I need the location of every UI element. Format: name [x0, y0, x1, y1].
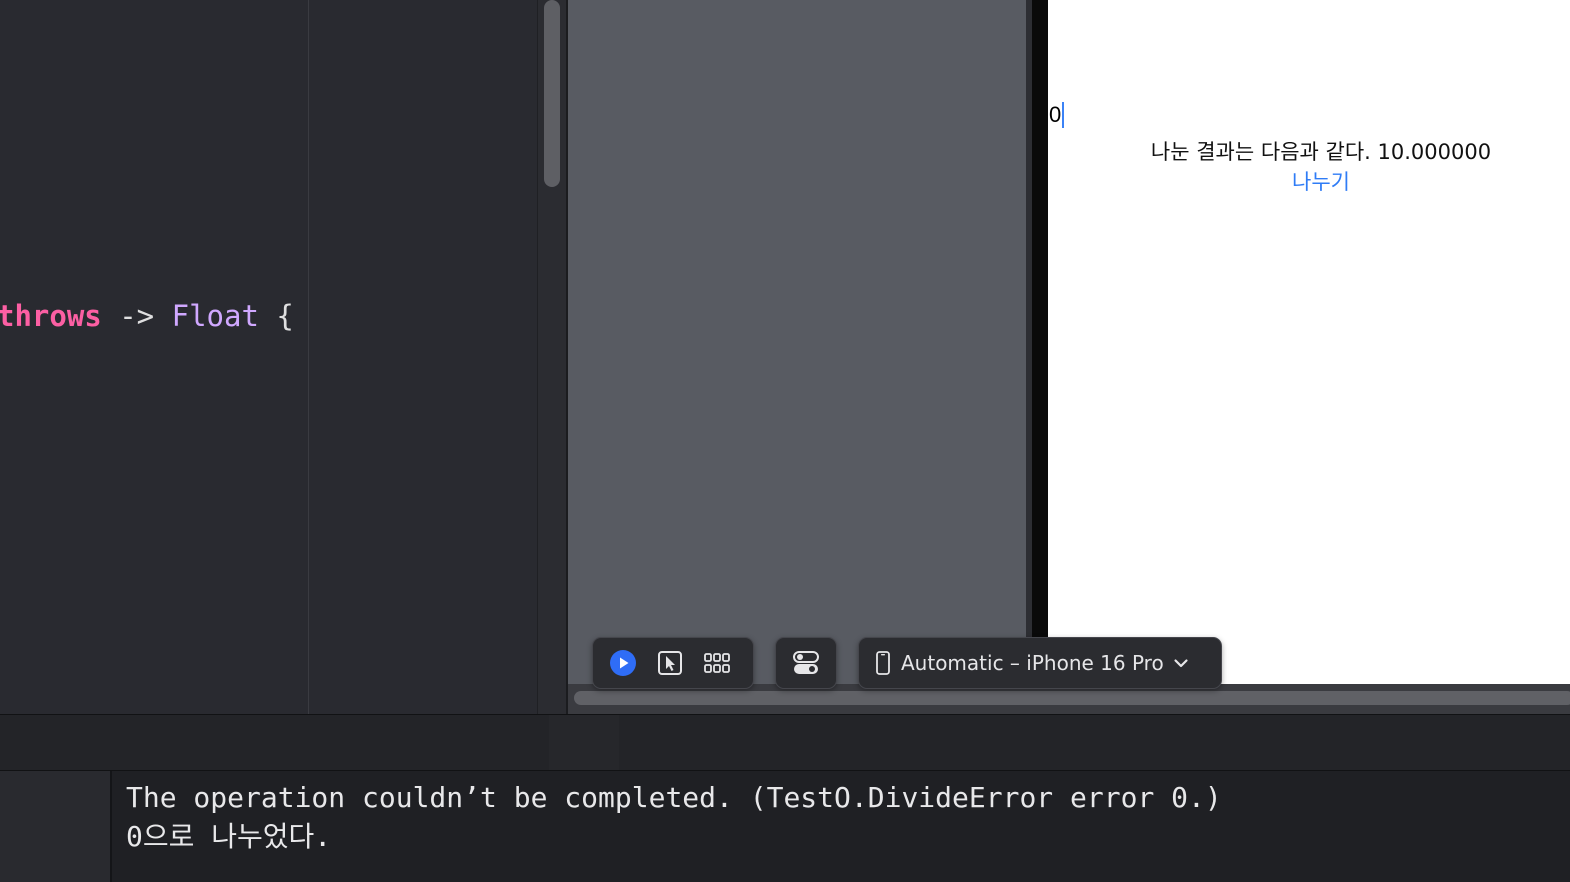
brace-token: { — [258, 299, 294, 333]
variables-view[interactable] — [0, 771, 110, 882]
console-line: 0으로 나누었다. — [126, 820, 332, 853]
device-selector-label: Automatic – iPhone 16 Pro — [901, 651, 1164, 675]
divide-button[interactable]: 나누기 — [1048, 167, 1570, 197]
canvas-settings-toolbar — [775, 637, 837, 689]
console-line: The operation couldn’t be completed. (Te… — [126, 781, 1222, 814]
type-float: Float — [171, 299, 259, 333]
live-preview-button[interactable] — [607, 647, 639, 679]
preview-canvas[interactable]: 0 나눈 결과는 다음과 같다. 10.000000 나누기 Automatic… — [568, 0, 1570, 714]
selectable-mode-button[interactable] — [654, 647, 686, 679]
canvas-settings-button[interactable] — [790, 647, 822, 679]
console-output[interactable]: The operation couldn’t be completed. (Te… — [112, 771, 1570, 882]
keyword-throws: throws — [0, 299, 102, 333]
page-guide-line — [308, 0, 309, 714]
iphone-icon — [876, 651, 890, 675]
grid-icon — [704, 653, 730, 673]
debug-bar — [0, 715, 1570, 770]
play-icon — [610, 650, 636, 676]
canvas-scrollbar-thumb[interactable] — [574, 691, 1570, 705]
editor-scrollbar-thumb[interactable] — [544, 0, 560, 187]
device-screen[interactable]: 0 나눈 결과는 다음과 같다. 10.000000 나누기 — [1048, 0, 1570, 684]
preview-mode-toolbar — [592, 637, 754, 689]
code-editor[interactable]: throws -> Float { — [0, 0, 537, 714]
toggles-icon — [793, 651, 819, 674]
chevron-down-icon — [1174, 659, 1188, 668]
editor-vertical-scrollbar[interactable] — [537, 0, 566, 714]
cursor-select-icon — [658, 651, 682, 675]
result-label: 나눈 결과는 다음과 같다. 10.000000 — [1150, 140, 1492, 164]
device-selector[interactable]: Automatic – iPhone 16 Pro — [858, 637, 1222, 689]
number-text-field[interactable]: 0 — [1048, 100, 1061, 130]
code-line[interactable]: throws -> Float { — [0, 294, 294, 338]
variants-button[interactable] — [701, 647, 733, 679]
debug-bar-segment — [549, 715, 619, 770]
arrow-token: -> — [101, 299, 172, 333]
device-bezel-edge — [1026, 0, 1032, 640]
text-cursor — [1062, 102, 1064, 128]
